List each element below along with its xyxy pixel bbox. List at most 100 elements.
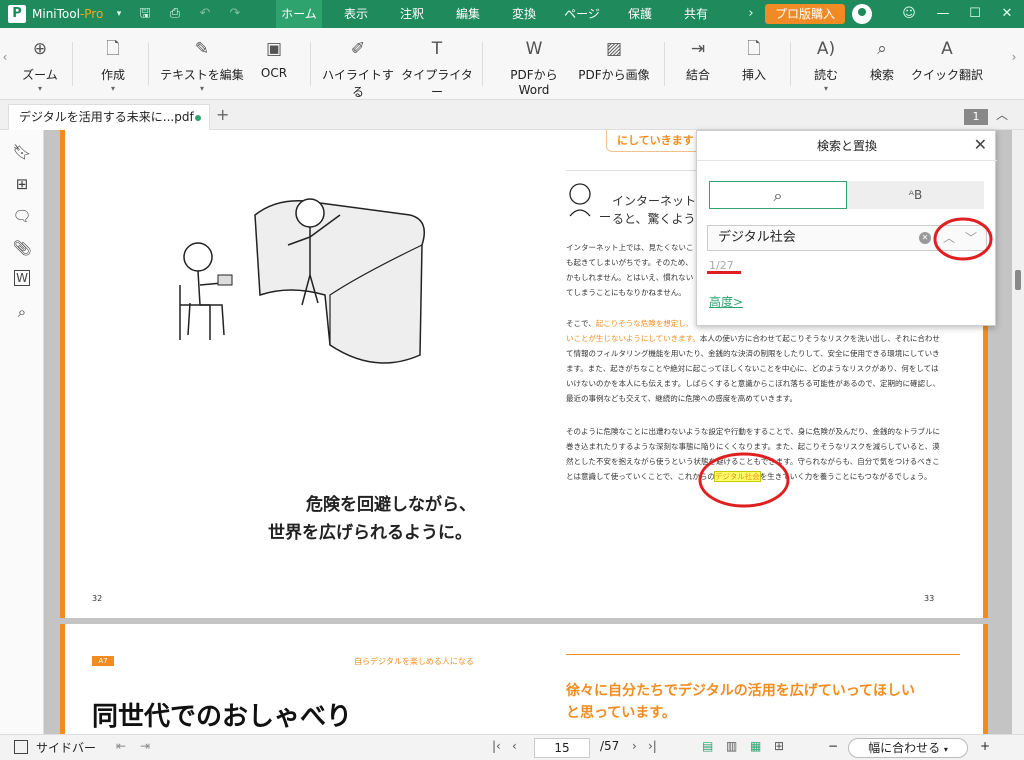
ribbon-toolbar: ‹ ⊕ズーム▾ 🗋作成▾ ✎テキストを編集▾ ▣OCR ✐ハイライトする▾ Tタ… (0, 28, 1024, 110)
menu-page[interactable]: ページ (560, 0, 604, 28)
page-number-input[interactable]: 15 (534, 738, 590, 758)
redo-icon[interactable]: ↷ (226, 5, 244, 23)
undo-icon[interactable]: ↶ (196, 5, 214, 23)
new-tab-icon[interactable]: + (216, 105, 229, 124)
running-head: 自らデジタルを楽しめる人になる (354, 657, 474, 666)
zoom-out-icon[interactable]: − (828, 739, 838, 753)
section-heading-line1: インターネット上 (612, 194, 709, 208)
attachment-icon[interactable]: 📎︎ (12, 238, 32, 258)
search-panel-title: 検索と置換 (697, 131, 997, 161)
menu-view[interactable]: 表示 (336, 0, 376, 28)
chapter-badge: A7 (92, 656, 114, 666)
highlight-button[interactable]: ✐ハイライトする▾ (320, 34, 396, 110)
insert-button[interactable]: 🗋 挿入 (732, 34, 776, 94)
word-export-icon[interactable]: W (14, 270, 30, 286)
sidebar-toggle-icon[interactable] (14, 740, 28, 754)
close-icon[interactable]: ✕ (974, 135, 987, 154)
typewriter-icon: T (431, 39, 443, 59)
edit-text-button[interactable]: ✎ テキストを編集 ▾ (160, 34, 244, 94)
bookmark-icon[interactable]: 🔖︎ (12, 142, 32, 162)
pdf-to-word-button[interactable]: W PDFからWord (496, 34, 572, 97)
left-sidebar: 🔖︎ ⊞ 🗨︎ 📎︎ W ⌕ (0, 130, 44, 734)
merge-icon: ⇥ (690, 39, 706, 59)
save-icon[interactable]: 🖫 (136, 5, 154, 23)
ocr-icon: ▣ (265, 39, 283, 59)
buy-pro-button[interactable]: プロ版購入 (765, 4, 845, 24)
first-page-icon[interactable]: |‹ (492, 739, 501, 753)
menu-annotate[interactable]: 注釈 (392, 0, 432, 28)
grid-view-icon[interactable]: ⊞ (774, 739, 784, 753)
zoom-button[interactable]: ⊕ ズーム ▾ (16, 34, 64, 94)
menu-edit[interactable]: 編集 (448, 0, 488, 28)
left-page-edge (60, 130, 65, 618)
replace-icon: ᴬB (908, 188, 923, 202)
quick-translate-button[interactable]: A クイック翻訳 (910, 34, 984, 94)
document-tab[interactable]: デジタルを活用する未来に...pdf (8, 104, 210, 130)
annotation-circle-highlight (698, 452, 790, 508)
page-title: 同世代でのおしゃべり (92, 702, 353, 732)
zoom-in-icon: ⊕ (32, 39, 48, 59)
search-icon: ⌕ (773, 186, 783, 205)
word-icon: W (525, 39, 543, 59)
person-thinking-icon (569, 183, 591, 217)
maximize-icon[interactable]: ☐ (966, 5, 984, 23)
annotation-circle-nav-arrows (933, 217, 993, 261)
menu-home[interactable]: ホーム (276, 0, 322, 28)
scrollbar-thumb[interactable] (1015, 270, 1021, 290)
unsaved-dot-icon (195, 115, 201, 121)
read-aloud-button[interactable]: A) 読む ▾ (804, 34, 848, 94)
account-avatar-icon[interactable] (852, 4, 872, 24)
page-number-left: 32 (92, 594, 103, 603)
menu-protect[interactable]: 保護 (620, 0, 660, 28)
back-icon[interactable]: ⇤ (116, 739, 126, 753)
single-page-view-icon[interactable]: ▤ (702, 739, 713, 753)
feedback-icon[interactable]: ☺ (900, 5, 918, 23)
advanced-search-link[interactable]: 高度> (709, 293, 743, 310)
clear-input-icon[interactable]: ✕ (919, 232, 931, 244)
page-spread-34-35: A7 自らデジタルを楽しめる人になる 同世代でのおしゃべり 徐々に自分たちでデジ… (60, 624, 988, 734)
tab-replace[interactable]: ᴬB (847, 181, 984, 209)
page-total: /57 (600, 739, 620, 753)
caption-line2: 世界を広げられるように。 (268, 523, 472, 543)
continuous-view-icon[interactable]: ▦ (750, 739, 761, 753)
previous-page-icon[interactable]: ‹ (512, 739, 517, 753)
close-window-icon[interactable]: ✕ (998, 5, 1016, 23)
zoom-select[interactable]: 幅に合わせる ▾ (848, 738, 968, 758)
zoom-in-icon[interactable]: + (980, 739, 990, 753)
tab-search[interactable]: ⌕ (709, 181, 847, 209)
translate-icon: A (941, 39, 953, 59)
section-heading-p2-line1: 徐々に自分たちでデジタルの活用を広げていってほしい (566, 683, 916, 699)
comments-icon[interactable]: 🗨︎ (12, 206, 32, 226)
search-icon[interactable]: ⌕ (12, 302, 32, 322)
ocr-button[interactable]: ▣ OCR (252, 34, 296, 94)
dropdown-caret-icon[interactable]: ▾ (110, 5, 128, 23)
menu-share[interactable]: 共有 (676, 0, 716, 28)
typewriter-button[interactable]: T タイプライター (400, 34, 474, 99)
insert-page-icon: 🗋 (747, 39, 761, 59)
forward-icon[interactable]: ⇥ (140, 739, 150, 753)
document-tab-bar: デジタルを活用する未来に...pdf + 1 ︿ (0, 100, 1024, 130)
chevron-right-icon[interactable]: › (742, 5, 760, 23)
section-heading-line2: ると、驚くような (612, 212, 708, 226)
next-page-icon[interactable]: › (632, 739, 637, 753)
menu-convert[interactable]: 変換 (504, 0, 544, 28)
two-page-view-icon[interactable]: ▥ (726, 739, 737, 753)
image-icon: ▨ (605, 39, 623, 59)
sidebar-label[interactable]: サイドバー (36, 739, 96, 756)
search-button[interactable]: ⌕ 検索 (860, 34, 904, 94)
app-logo-icon: P (8, 5, 26, 23)
vertical-scrollbar[interactable] (1012, 130, 1024, 734)
create-button[interactable]: 🗋 作成 ▾ (90, 34, 136, 94)
illustration-people-curtain (179, 198, 425, 364)
pdf-to-image-button[interactable]: ▨ PDFから画像 (576, 34, 652, 94)
print-icon[interactable]: ⎙ (166, 5, 184, 23)
highlighter-icon: ✐ (350, 39, 366, 59)
collapse-up-icon[interactable]: ︿ (996, 106, 1008, 123)
page-badge: 1 (964, 109, 988, 125)
thumbnails-icon[interactable]: ⊞ (12, 174, 32, 194)
minimize-icon[interactable]: — (934, 5, 952, 23)
edit-text-icon: ✎ (194, 39, 210, 59)
merge-button[interactable]: ⇥ 結合 (676, 34, 720, 94)
last-page-icon[interactable]: ›| (648, 739, 657, 753)
status-bar: サイドバー ⇤ ⇥ |‹ ‹ 15 /57 › ›| ▤ ▥ ▦ ⊞ − 幅に合… (0, 734, 1024, 760)
